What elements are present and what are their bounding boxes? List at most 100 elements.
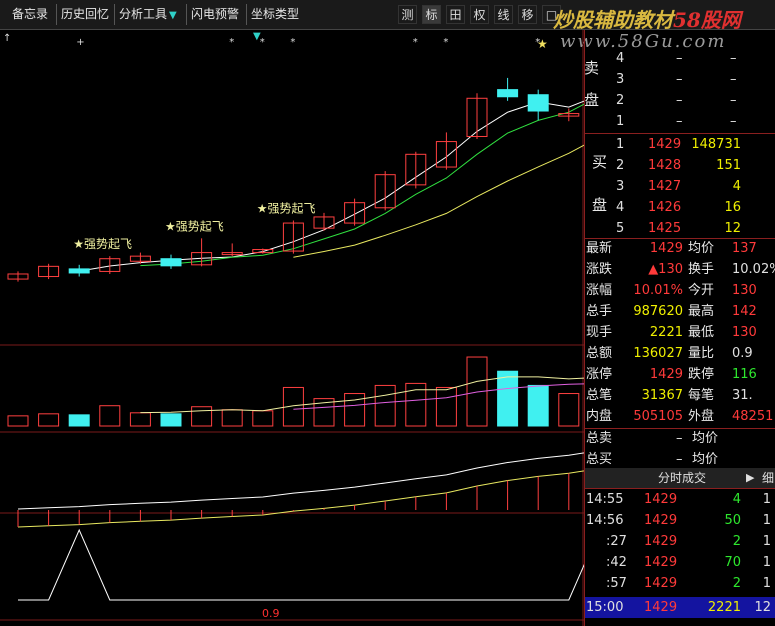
tick-price: 1429 [644,513,678,528]
signal-marker: * [413,37,418,48]
tick-count: 1 [762,534,771,549]
indicator-value-label: 0.9 [262,607,280,620]
candle-body [160,258,182,267]
tick-price: 1429 [644,534,678,549]
watermark-logo: 炒股辅助教材58股网 [553,4,741,33]
volume-bar [191,406,213,427]
stat-label-2: 每笔 [688,388,715,403]
tick-row: :27 1429 2 1 [584,531,775,552]
stat-value: 31367 [641,388,683,403]
toolbar-item-3[interactable]: 闪电预警 [186,4,244,25]
stat-value-2: 130 [732,283,757,298]
tick-volume: 50 [724,513,741,528]
total-label: 总买 [586,452,613,467]
kline-chart[interactable]: ↑ + * * * * * *★强势起飞★强势起飞★强势起飞★0.9 [0,30,584,626]
axis-marker: ↑ [3,33,11,44]
obv-ma-line [17,470,584,528]
tick-count: 1 [762,513,771,528]
bid-volume: 12 [724,221,741,236]
stat-row: 总额 136027 量比 0.9 [584,343,775,364]
ask-level: 3 [616,72,625,87]
watermark-text-site: 58股网 [673,8,741,32]
total-buy-row: 总买 – 均价 [584,449,775,470]
ask-volume: – [730,72,737,87]
signal-annotation: ★强势起飞 [257,202,316,216]
total-value: – [676,431,683,446]
bid-volume: 16 [724,200,741,215]
volume-bar [435,386,457,427]
ask-row-2: 2 – – [584,90,775,111]
tick-volume: 2 [732,576,741,591]
obv-line [17,452,584,510]
stat-label-2: 均价 [688,241,715,256]
volume-bar [99,405,121,427]
stat-label: 最新 [586,241,613,256]
stat-value: 1429 [649,367,683,382]
tick-volume: 2 [732,534,741,549]
stat-label: 涨跌 [586,262,613,277]
ask-level: 2 [616,93,625,108]
toolbar-small-button-4[interactable]: 线 [494,5,513,24]
stat-row: 涨停 1429 跌停 116 [584,364,775,385]
volume-bar [38,413,60,427]
ticks-header-right: 细 [762,471,775,485]
ma10-line [293,144,584,258]
toolbar-small-button-2[interactable]: 田 [446,5,465,24]
stat-value-2: 116 [732,367,757,382]
toolbar-item-4[interactable]: 坐标类型▼ [246,4,310,42]
stat-value: 1429 [649,241,683,256]
toolbar-item-0[interactable]: 备忘录 [8,4,54,25]
stat-value: 136027 [633,346,683,361]
volume-bar [527,384,549,427]
ask-price: – [676,51,683,66]
stat-row: 涨幅 10.01% 今开 130 [584,280,775,301]
tick-row: :57 1429 2 1 [584,573,775,594]
stat-value: 505105 [633,409,683,424]
signal-marker: + [76,37,84,48]
toolbar-small-button-5[interactable]: 移 [518,5,537,24]
candle-body [497,89,519,98]
stat-label-2: 最低 [688,325,715,340]
stat-label-2: 今开 [688,283,715,298]
signal-annotation: ★强势起飞 [165,219,224,233]
bid-price: 1429 [648,137,682,152]
stat-value-2: 10.02% [732,262,775,277]
bid-price: 1426 [648,200,682,215]
tick-time: 14:56 [586,513,624,528]
stat-row: 现手 2221 最低 130 [584,322,775,343]
stat-label-2: 跌停 [688,367,715,382]
bid-row-3: 3 1427 4 [584,176,775,197]
stat-label: 总笔 [586,388,613,403]
bid-volume: 148731 [691,137,741,152]
candle-body [68,268,90,274]
tick-row: 14:56 1429 50 1 [584,510,775,531]
bid-volume: 151 [716,158,741,173]
toolbar-item-label: 坐标类型 [251,7,300,21]
ask-level: 4 [616,51,625,66]
tick-price: 1429 [644,576,678,591]
toolbar-item-label: 闪电预警 [191,7,240,21]
stat-label-2: 量比 [688,346,715,361]
stat-label: 总手 [586,304,613,319]
toolbar-item-2[interactable]: 分析工具 ▼ [114,4,184,25]
toolbar-small-button-3[interactable]: 权 [470,5,489,24]
ticks-header: 分时成交 ▶ 细 [584,468,775,488]
signal-annotation: ★强势起飞 [73,237,132,251]
toolbar-item-1[interactable]: 历史回忆 [56,4,114,25]
stat-row: 总手 987620 最高 142 [584,301,775,322]
ask-level: 1 [616,114,625,129]
stat-row: 总笔 31367 每笔 31. [584,385,775,406]
toolbar-small-button-1[interactable]: 标 [422,5,441,24]
toolbar-small-button-0[interactable]: 测 [398,5,417,24]
signal-marker: * [260,37,265,48]
candle-body [527,94,549,112]
ask-row-4: 4 – – [584,48,775,69]
stat-value-2: 48251 [732,409,774,424]
total-avg-label: 均价 [692,452,719,467]
tick-time: :42 [606,555,627,570]
stat-label: 涨停 [586,367,613,382]
play-icon: ▶ [746,471,755,484]
volume-bar [129,412,151,427]
stat-value-2: 142 [732,304,757,319]
stat-row: 内盘 505105 外盘 48251 [584,406,775,427]
